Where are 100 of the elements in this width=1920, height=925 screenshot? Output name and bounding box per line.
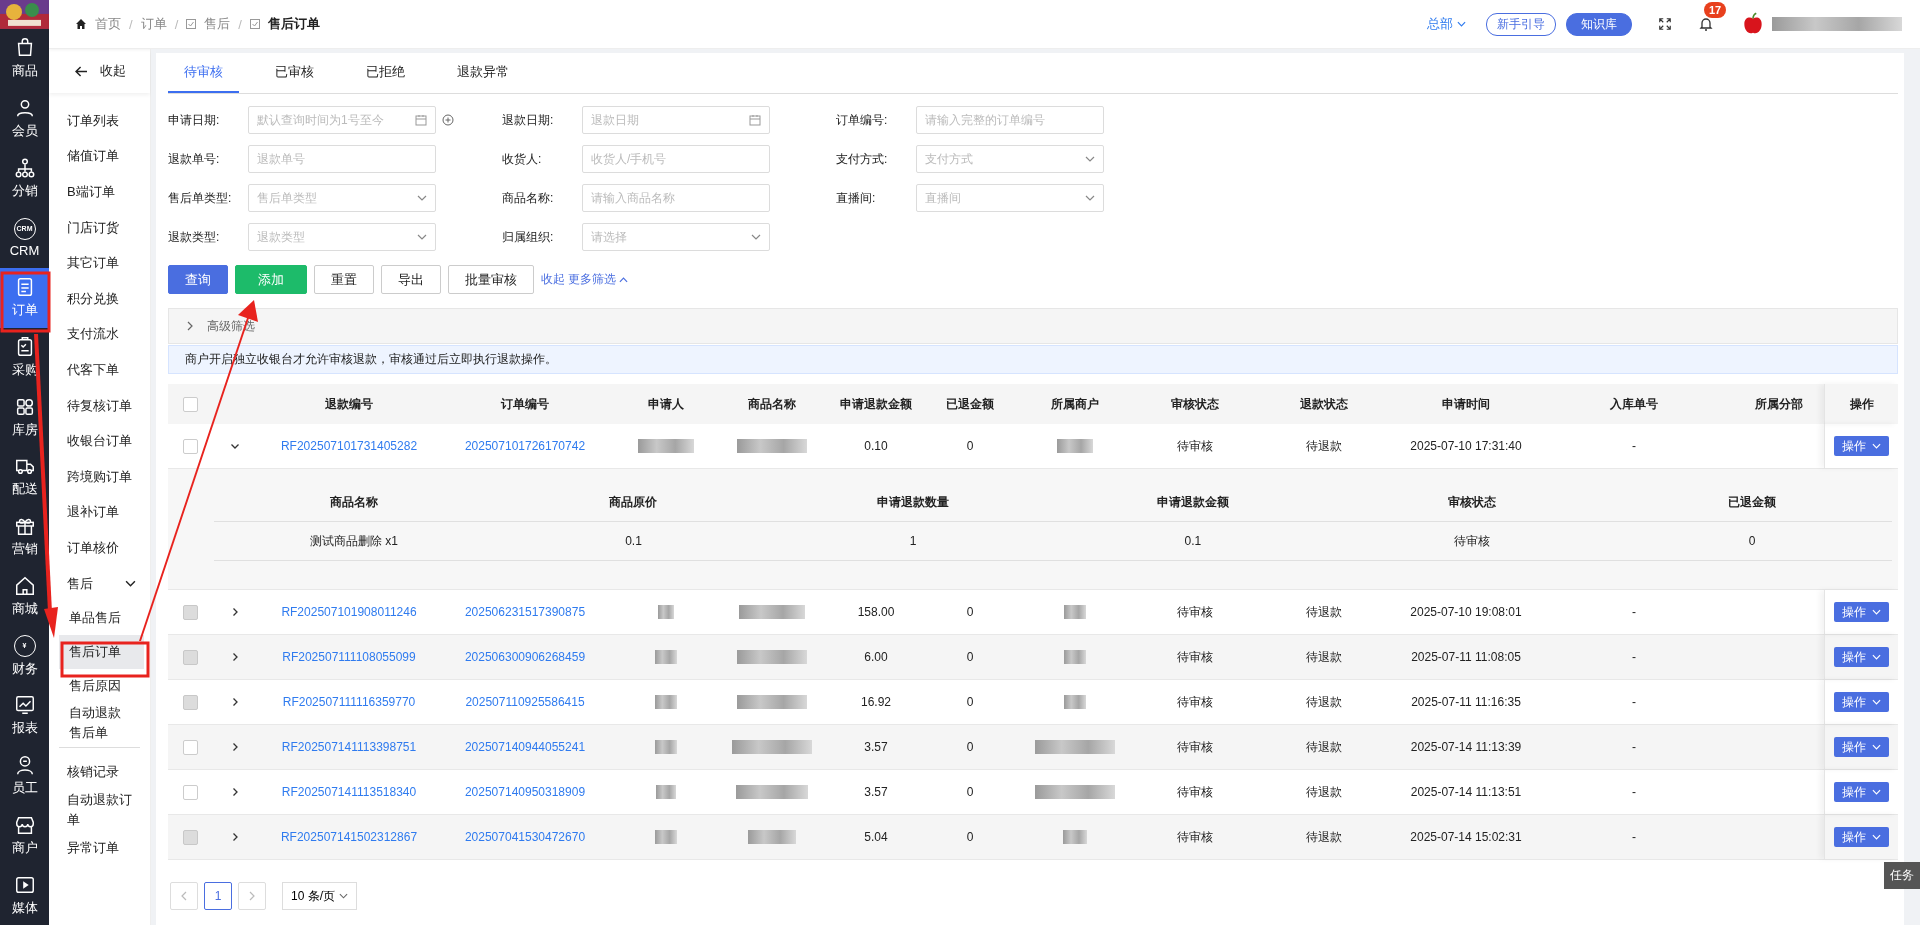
add-circle-icon[interactable]	[442, 114, 454, 126]
nav-rail-item[interactable]: 报表	[0, 685, 49, 746]
table-cell: 5.04	[864, 830, 888, 844]
menu-item[interactable]: 订单列表	[57, 103, 150, 139]
tab[interactable]: 已拒绝	[350, 53, 421, 93]
action-button[interactable]: 查询	[168, 265, 228, 294]
menu-item[interactable]: 待复核订单	[57, 387, 150, 424]
table-cell: 2025-07-14 11:13:51	[1410, 785, 1522, 799]
menu-item[interactable]: 积分兑换	[57, 280, 150, 317]
select-field[interactable]: 直播间	[916, 184, 1104, 212]
refund-number-link[interactable]: RF202507101731405282	[280, 439, 418, 453]
date-field[interactable]: 默认查询时间为1号至今	[248, 106, 436, 134]
menu-item[interactable]: 单品售后	[59, 601, 144, 636]
menu-item[interactable]: 其它订单	[57, 245, 150, 281]
nav-rail-item[interactable]: 商城	[0, 566, 49, 627]
menu-item[interactable]: 售后原因	[59, 669, 144, 704]
nav-rail-item[interactable]: 商品	[0, 28, 49, 89]
nav-rail-item[interactable]: 订单	[0, 267, 49, 328]
checkbox[interactable]	[182, 438, 198, 454]
input-field[interactable]: 请输入完整的订单编号	[916, 106, 1104, 134]
more-filters-link[interactable]: 更多筛选	[568, 271, 628, 288]
action-button[interactable]: 导出	[381, 265, 441, 294]
refund-number-link[interactable]: RF202507141113398751	[281, 740, 417, 754]
menu-item[interactable]: B端订单	[57, 174, 150, 210]
checkbox[interactable]	[182, 739, 198, 755]
menu-item[interactable]: 自动退款订单	[57, 789, 150, 830]
nav-rail-item[interactable]: 分销	[0, 148, 49, 209]
table-cell: 待退款	[1306, 693, 1342, 711]
breadcrumb-link[interactable]: 售后	[204, 15, 231, 33]
bell-icon[interactable]	[1698, 16, 1714, 32]
order-number-link[interactable]: 202507140944055241	[464, 740, 586, 754]
nav-rail-item[interactable]: 商户	[0, 805, 49, 866]
checkbox[interactable]	[182, 784, 198, 800]
nav-rail-item[interactable]: 媒体	[0, 865, 49, 925]
operation-dropdown[interactable]: 操作	[1834, 737, 1889, 757]
menu-item[interactable]: 退补订单	[57, 494, 150, 531]
breadcrumb-link[interactable]: 订单	[140, 15, 167, 33]
input-field[interactable]: 请输入商品名称	[582, 184, 770, 212]
menu-item[interactable]: 门店订货	[57, 209, 150, 246]
knowledge-base-button[interactable]: 知识库	[1566, 12, 1632, 36]
redacted-text	[737, 439, 807, 453]
menu-item[interactable]: 代客下单	[57, 352, 150, 388]
page-button[interactable]: 1	[204, 882, 232, 910]
chevron-icon[interactable]	[230, 742, 240, 752]
nav-rail-item[interactable]: 会员	[0, 88, 49, 149]
date-field[interactable]: 退款日期	[582, 106, 770, 134]
refund-number-link[interactable]: RF202507141113518340	[281, 785, 417, 799]
tab[interactable]: 退款异常	[441, 53, 525, 93]
menu-item[interactable]: 核销记录	[57, 754, 150, 790]
table-cell-text: 0.1	[624, 533, 643, 550]
operation-dropdown[interactable]: 操作	[1834, 782, 1889, 802]
redacted-text	[655, 650, 677, 664]
menu-item[interactable]: 支付流水	[57, 316, 150, 353]
nav-rail-item[interactable]: 员工	[0, 745, 49, 806]
chevron-icon[interactable]	[230, 441, 240, 451]
select-field[interactable]: 请选择	[582, 223, 770, 251]
action-button[interactable]: 批量审核	[448, 265, 534, 294]
chevron-right-icon	[249, 891, 255, 901]
task-tab[interactable]: 任务	[1884, 862, 1920, 889]
table-cell: 待退款	[1306, 648, 1342, 666]
fullscreen-icon[interactable]	[1658, 17, 1672, 31]
input-field[interactable]: 收货人/手机号	[582, 145, 770, 173]
collapse-button[interactable]: 收起	[49, 49, 150, 93]
menu-item[interactable]: 订单核价	[57, 530, 150, 566]
menu-group[interactable]: 售后	[57, 565, 150, 602]
menu-item[interactable]: 跨境购订单	[57, 458, 150, 495]
operation-dropdown[interactable]: 操作	[1834, 436, 1889, 456]
checkbox[interactable]	[182, 396, 198, 412]
tab[interactable]: 待审核	[168, 53, 239, 93]
collapse-label[interactable]: 收起	[100, 62, 126, 80]
menu-item[interactable]: 异常订单	[57, 829, 150, 866]
menu-item[interactable]: 收银台订单	[57, 423, 150, 459]
redacted-text	[739, 605, 805, 619]
organization-dropdown[interactable]: 总部	[1427, 15, 1466, 33]
redacted-text	[638, 439, 694, 453]
column-header: 所属商户	[1050, 395, 1100, 413]
tab[interactable]: 已审核	[259, 53, 330, 93]
guide-button[interactable]: 新手引导	[1486, 12, 1556, 36]
chevron-icon[interactable]	[230, 787, 240, 797]
table-cell-text: 待审核	[1453, 532, 1492, 550]
nav-rail-item[interactable]: 库房	[0, 387, 49, 447]
page-size-select[interactable]: 10 条/页	[282, 882, 357, 910]
nav-rail-item[interactable]: 配送	[0, 447, 49, 507]
action-button[interactable]: 重置	[314, 265, 374, 294]
select-field[interactable]: 支付方式	[916, 145, 1104, 173]
column-header: 订单编号	[499, 395, 550, 413]
select-field[interactable]: 退款类型	[248, 223, 436, 251]
order-number-link[interactable]: 202507140950318909	[464, 785, 586, 799]
input-field[interactable]: 退款单号	[248, 145, 436, 173]
order-number-link[interactable]: 202507101726170742	[464, 439, 586, 453]
menu-item[interactable]: 自动退款售后单	[59, 703, 144, 744]
menu-item[interactable]: 售后订单	[59, 635, 144, 670]
menu-item[interactable]: 储值订单	[57, 138, 150, 175]
table-cell: 16.92	[861, 695, 891, 709]
nav-rail-item[interactable]: 营销	[0, 506, 49, 567]
redacted-text	[655, 740, 677, 754]
breadcrumb-link[interactable]: 首页	[95, 15, 121, 33]
caret-icon	[619, 276, 628, 283]
select-field[interactable]: 售后单类型	[248, 184, 436, 212]
collapse-link[interactable]: 收起	[541, 271, 565, 288]
